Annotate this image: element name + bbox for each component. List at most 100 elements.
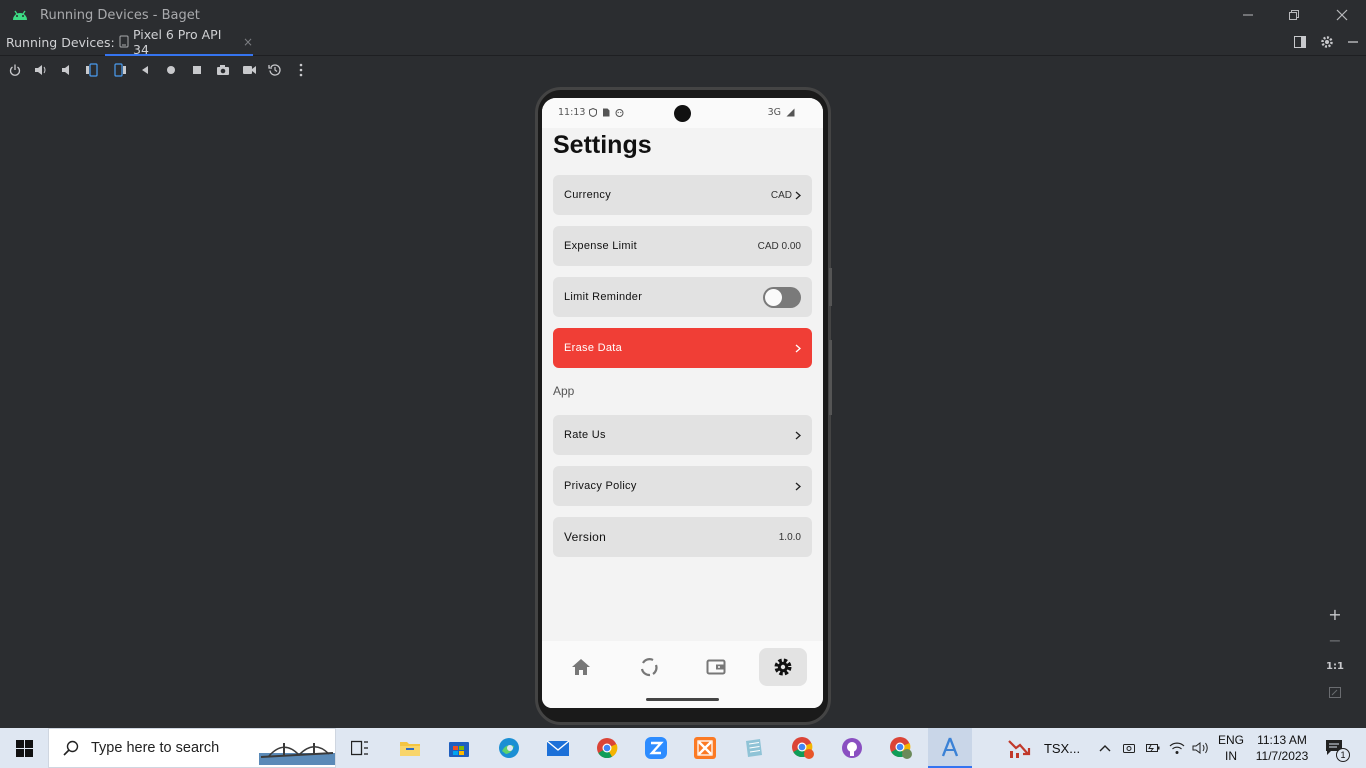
hide-panel-button[interactable] [1344, 33, 1362, 51]
version-label: Version [564, 530, 607, 544]
limit-reminder-label: Limit Reminder [564, 291, 643, 303]
network-type: 3G [767, 107, 781, 118]
signal-icon [786, 108, 795, 117]
overview-button[interactable] [188, 61, 206, 79]
settings-gear-button[interactable] [1318, 33, 1336, 51]
android-studio-button[interactable] [928, 728, 972, 768]
chevron-right-icon [795, 191, 801, 199]
chrome-icon [597, 738, 618, 759]
power-button[interactable] [6, 61, 24, 79]
rotate-left-icon [86, 63, 98, 77]
rate-us-row[interactable]: Rate Us [553, 415, 812, 455]
volume-up-icon [35, 65, 46, 75]
language-top: ENG [1217, 733, 1244, 747]
tab-close-icon[interactable]: × [243, 35, 253, 49]
zoom-actual-size-button[interactable]: 1:1 [1322, 654, 1348, 678]
currency-row[interactable]: Currency CAD [553, 175, 812, 215]
expense-limit-value: CAD 0.00 [757, 240, 801, 252]
limit-reminder-toggle[interactable] [763, 286, 801, 308]
sim-card-icon [603, 108, 610, 117]
store-icon [449, 742, 469, 757]
nav-history[interactable] [625, 648, 673, 686]
taskbar-search[interactable]: Type here to search [48, 728, 336, 768]
rotate-right-icon [114, 63, 126, 77]
zoom-app-button[interactable] [640, 732, 672, 764]
tray-overflow-button[interactable] [1094, 728, 1116, 768]
stock-widget[interactable]: TSX... [1004, 728, 1084, 768]
task-view-icon [351, 740, 368, 756]
volume-down-button[interactable] [58, 61, 76, 79]
close-window-button[interactable] [1319, 0, 1365, 30]
meet-now-button[interactable] [1118, 728, 1140, 768]
erase-data-button[interactable]: Erase Data [553, 328, 812, 368]
more-options-button[interactable] [292, 61, 310, 79]
front-camera [674, 105, 691, 122]
xampp-button[interactable] [689, 732, 721, 764]
tab-pixel-6-pro[interactable]: Pixel 6 Pro API 34 × [105, 27, 253, 57]
currency-value: CAD [771, 190, 801, 201]
volume-button[interactable] [1190, 728, 1212, 768]
chrome-profile-s-button[interactable] [787, 732, 819, 764]
layout-toggle-button[interactable] [1291, 33, 1309, 51]
version-row: Version 1.0.0 [553, 517, 812, 557]
volume-up-button[interactable] [32, 61, 50, 79]
nav-wallet[interactable] [692, 648, 740, 686]
chevron-right-icon [795, 482, 801, 490]
chrome-button[interactable] [591, 732, 623, 764]
mail-icon [546, 740, 570, 756]
zoom-fit-button[interactable] [1322, 680, 1348, 704]
edge-browser-button[interactable] [493, 732, 525, 764]
section-header-app: App [553, 384, 575, 398]
window-title: Running Devices - Baget [40, 7, 200, 23]
github-desktop-button[interactable] [836, 732, 868, 764]
task-view-button[interactable] [344, 732, 376, 764]
chrome-profile-photo-button[interactable] [885, 732, 917, 764]
video-camera-icon [242, 66, 256, 74]
fit-screen-icon [1329, 686, 1341, 698]
chrome-profile-icon [792, 737, 814, 759]
chevron-right-icon [795, 431, 801, 439]
clock-date: 11/7/2023 [1255, 749, 1309, 763]
record-button[interactable] [240, 61, 258, 79]
zoom-in-button[interactable]: + [1322, 602, 1348, 626]
history-icon [268, 64, 281, 76]
running-devices-label: Running Devices: [6, 35, 115, 50]
start-button[interactable] [0, 728, 48, 768]
stock-chart-down-icon [1008, 740, 1031, 758]
back-button[interactable] [136, 61, 154, 79]
minimize-button[interactable] [1225, 0, 1271, 30]
home-button[interactable] [162, 61, 180, 79]
phone-screen[interactable]: 11:13 3G Settings Currency CAD Expense L… [542, 98, 823, 708]
screenshot-button[interactable] [214, 61, 232, 79]
reset-button[interactable] [266, 61, 284, 79]
mail-button[interactable] [542, 732, 574, 764]
language-indicator[interactable]: ENG IN [1214, 728, 1248, 768]
gesture-handle[interactable] [646, 698, 719, 701]
privacy-policy-row[interactable]: Privacy Policy [553, 466, 812, 506]
nav-settings[interactable] [759, 648, 807, 686]
gear-icon [1321, 36, 1333, 48]
close-icon [1336, 9, 1348, 21]
nav-home[interactable] [557, 648, 605, 686]
clock[interactable]: 11:13 AM 11/7/2023 [1252, 728, 1312, 768]
wifi-button[interactable] [1166, 728, 1188, 768]
microsoft-store-button[interactable] [443, 732, 475, 764]
android-face-icon [615, 109, 624, 117]
currency-label: Currency [564, 189, 612, 201]
rotate-left-button[interactable] [84, 61, 102, 79]
rotate-right-button[interactable] [110, 61, 128, 79]
shield-icon [589, 108, 597, 117]
speaker-icon [1192, 742, 1208, 754]
file-explorer-button[interactable] [394, 732, 426, 764]
zoom-out-button[interactable]: − [1322, 628, 1348, 652]
notifications-button[interactable]: 1 [1320, 728, 1350, 768]
restore-button[interactable] [1271, 0, 1317, 30]
notes-app-button[interactable] [738, 732, 770, 764]
home-icon [572, 659, 590, 675]
home-circle-icon [167, 66, 175, 74]
battery-button[interactable] [1142, 728, 1164, 768]
chrome-photo-icon [890, 737, 912, 759]
expense-limit-row[interactable]: Expense Limit CAD 0.00 [553, 226, 812, 266]
rate-us-label: Rate Us [564, 429, 606, 441]
gear-icon [774, 658, 792, 676]
